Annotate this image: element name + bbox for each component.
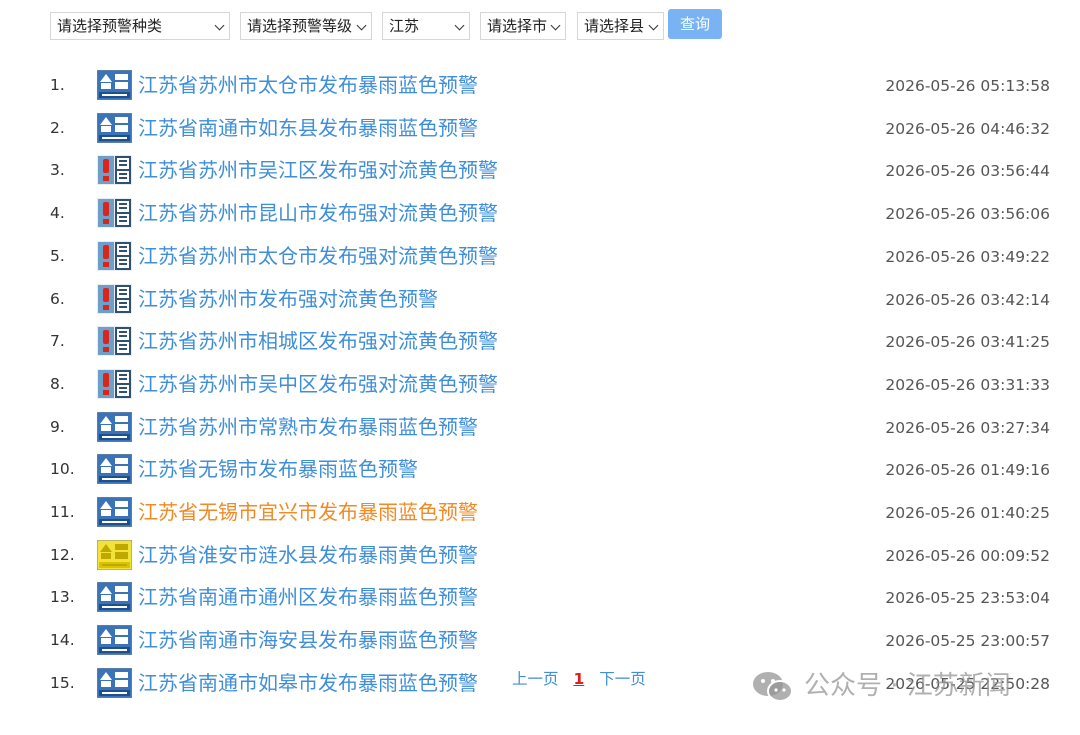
item-number: 7. bbox=[50, 332, 65, 351]
warning-title-link[interactable]: 江苏省南通市海安县发布暴雨蓝色预警 bbox=[138, 627, 478, 653]
list-item: 7. 江苏省苏州市相城区发布强对流黄色预警 2026-05-26 03:41:25 bbox=[0, 319, 1080, 362]
warning-title-link[interactable]: 江苏省苏州市太仓市发布暴雨蓝色预警 bbox=[138, 72, 478, 98]
rainstorm-blue-icon bbox=[97, 497, 132, 527]
warning-time: 2026-05-26 01:40:25 bbox=[885, 504, 1050, 522]
convection-alert-icon bbox=[97, 283, 132, 314]
rainstorm-blue-icon bbox=[97, 112, 132, 143]
warning-title-link[interactable]: 江苏省无锡市宜兴市发布暴雨蓝色预警 bbox=[138, 499, 478, 525]
warning-level-select[interactable]: 请选择预警等级 bbox=[240, 12, 372, 40]
item-number: 6. bbox=[50, 289, 65, 308]
rainstorm-yellow-icon bbox=[97, 539, 132, 570]
list-item: 14. 江苏省南通市海安县发布暴雨蓝色预警 2026-05-25 23:00:57 bbox=[0, 618, 1080, 661]
warning-level-select-value: 请选择预警等级 bbox=[247, 17, 353, 35]
item-number: 1. bbox=[50, 76, 65, 94]
chevron-down-icon bbox=[356, 20, 367, 31]
warning-title-link[interactable]: 江苏省南通市通州区发布暴雨蓝色预警 bbox=[138, 584, 478, 610]
rainstorm-blue-icon bbox=[97, 582, 132, 613]
warning-time: 2026-05-25 23:00:57 bbox=[885, 632, 1050, 651]
item-number: 9. bbox=[50, 417, 65, 436]
warning-time: 2026-05-26 03:49:22 bbox=[885, 247, 1050, 266]
list-item: 11. 江苏省无锡市宜兴市发布暴雨蓝色预警 2026-05-26 01:40:25 bbox=[0, 490, 1080, 533]
warning-time: 2026-05-26 03:41:25 bbox=[885, 333, 1050, 352]
warning-title-link[interactable]: 江苏省苏州市常熟市发布暴雨蓝色预警 bbox=[138, 414, 478, 440]
list-item: 1. 江苏省苏州市太仓市发布暴雨蓝色预警 2026-05-26 05:13:58 bbox=[0, 63, 1080, 106]
convection-alert-icon bbox=[97, 368, 132, 399]
query-button[interactable]: 查询 bbox=[668, 9, 722, 39]
chevron-down-icon bbox=[648, 20, 659, 31]
warning-time: 2026-05-26 03:27:34 bbox=[885, 418, 1050, 437]
wechat-icon bbox=[753, 672, 793, 702]
rainstorm-blue-icon bbox=[97, 70, 132, 100]
province-select-value: 江苏 bbox=[389, 17, 420, 35]
rainstorm-blue-icon bbox=[97, 411, 132, 442]
list-item: 2. 江苏省南通市如东县发布暴雨蓝色预警 2026-05-26 04:46:32 bbox=[0, 106, 1080, 149]
warning-time: 2026-05-26 05:13:58 bbox=[885, 77, 1050, 95]
warning-title-link[interactable]: 江苏省苏州市太仓市发布强对流黄色预警 bbox=[138, 243, 498, 269]
convection-alert-icon bbox=[97, 240, 132, 271]
chevron-down-icon bbox=[214, 20, 225, 31]
county-select-value: 请选择县 bbox=[584, 17, 645, 35]
warning-title-link[interactable]: 江苏省苏州市昆山市发布强对流黄色预警 bbox=[138, 200, 498, 226]
list-item: 3. 江苏省苏州市吴江区发布强对流黄色预警 2026-05-26 03:56:44 bbox=[0, 148, 1080, 191]
pagination: 上一页 1 下一页 bbox=[512, 667, 656, 689]
item-number: 12. bbox=[50, 545, 75, 564]
item-number: 15. bbox=[50, 673, 75, 692]
item-number: 3. bbox=[50, 161, 65, 180]
convection-alert-icon bbox=[97, 326, 132, 357]
watermark-text: 公众号 · 江苏新闻 bbox=[804, 671, 1011, 701]
list-item: 4. 江苏省苏州市昆山市发布强对流黄色预警 2026-05-26 03:56:06 bbox=[0, 191, 1080, 234]
convection-alert-icon bbox=[97, 155, 132, 186]
warning-time: 2026-05-26 04:46:32 bbox=[885, 119, 1050, 138]
current-page[interactable]: 1 bbox=[573, 670, 584, 688]
chevron-down-icon bbox=[454, 20, 465, 31]
warning-type-select-value: 请选择预警种类 bbox=[57, 17, 163, 35]
item-number: 13. bbox=[50, 588, 75, 607]
item-number: 2. bbox=[50, 118, 65, 137]
item-number: 5. bbox=[50, 246, 65, 265]
warning-title-link[interactable]: 江苏省南通市如东县发布暴雨蓝色预警 bbox=[138, 115, 478, 141]
chevron-down-icon bbox=[550, 20, 561, 31]
warning-title-link[interactable]: 江苏省南通市如皋市发布暴雨蓝色预警 bbox=[138, 670, 478, 696]
item-number: 14. bbox=[50, 631, 75, 650]
list-item: 12. 江苏省淮安市涟水县发布暴雨黄色预警 2026-05-26 00:09:52 bbox=[0, 533, 1080, 576]
list-item: 5. 江苏省苏州市太仓市发布强对流黄色预警 2026-05-26 03:49:22 bbox=[0, 234, 1080, 277]
warning-time: 2026-05-26 01:49:16 bbox=[885, 461, 1050, 480]
rainstorm-blue-icon bbox=[97, 667, 132, 698]
warning-title-link[interactable]: 江苏省无锡市发布暴雨蓝色预警 bbox=[138, 456, 418, 482]
next-page-link[interactable]: 下一页 bbox=[599, 670, 646, 688]
warning-time: 2026-05-26 03:31:33 bbox=[885, 375, 1050, 394]
warning-time: 2026-05-25 23:53:04 bbox=[885, 589, 1050, 608]
warning-title-link[interactable]: 江苏省苏州市相城区发布强对流黄色预警 bbox=[138, 328, 498, 354]
warning-title-link[interactable]: 江苏省苏州市吴中区发布强对流黄色预警 bbox=[138, 371, 498, 397]
warning-time: 2026-05-26 03:56:06 bbox=[885, 205, 1050, 224]
prev-page-link[interactable]: 上一页 bbox=[512, 670, 559, 688]
list-item: 9. 江苏省苏州市常熟市发布暴雨蓝色预警 2026-05-26 03:27:34 bbox=[0, 405, 1080, 448]
province-select[interactable]: 江苏 bbox=[382, 12, 470, 40]
city-select[interactable]: 请选择市 bbox=[480, 12, 566, 40]
warning-time: 2026-05-26 03:56:44 bbox=[885, 162, 1050, 181]
convection-alert-icon bbox=[97, 198, 132, 229]
warning-time: 2026-05-26 03:42:14 bbox=[885, 290, 1050, 309]
item-number: 10. bbox=[50, 460, 75, 479]
list-item: 10. 江苏省无锡市发布暴雨蓝色预警 2026-05-26 01:49:16 bbox=[0, 447, 1080, 490]
list-item: 6. 江苏省苏州市发布强对流黄色预警 2026-05-26 03:42:14 bbox=[0, 277, 1080, 320]
item-number: 4. bbox=[50, 204, 65, 223]
item-number: 11. bbox=[50, 503, 75, 521]
city-select-value: 请选择市 bbox=[487, 17, 548, 35]
list-item: 8. 江苏省苏州市吴中区发布强对流黄色预警 2026-05-26 03:31:33 bbox=[0, 362, 1080, 405]
warning-type-select[interactable]: 请选择预警种类 bbox=[50, 12, 230, 40]
warning-title-link[interactable]: 江苏省淮安市涟水县发布暴雨黄色预警 bbox=[138, 542, 478, 568]
item-number: 8. bbox=[50, 374, 65, 393]
county-select[interactable]: 请选择县 bbox=[577, 12, 664, 40]
warning-time: 2026-05-26 00:09:52 bbox=[885, 546, 1050, 565]
warning-title-link[interactable]: 江苏省苏州市发布强对流黄色预警 bbox=[138, 286, 438, 312]
rainstorm-blue-icon bbox=[97, 454, 132, 485]
list-item: 13. 江苏省南通市通州区发布暴雨蓝色预警 2026-05-25 23:53:04 bbox=[0, 575, 1080, 618]
rainstorm-blue-icon bbox=[97, 625, 132, 656]
warning-title-link[interactable]: 江苏省苏州市吴江区发布强对流黄色预警 bbox=[138, 157, 498, 183]
